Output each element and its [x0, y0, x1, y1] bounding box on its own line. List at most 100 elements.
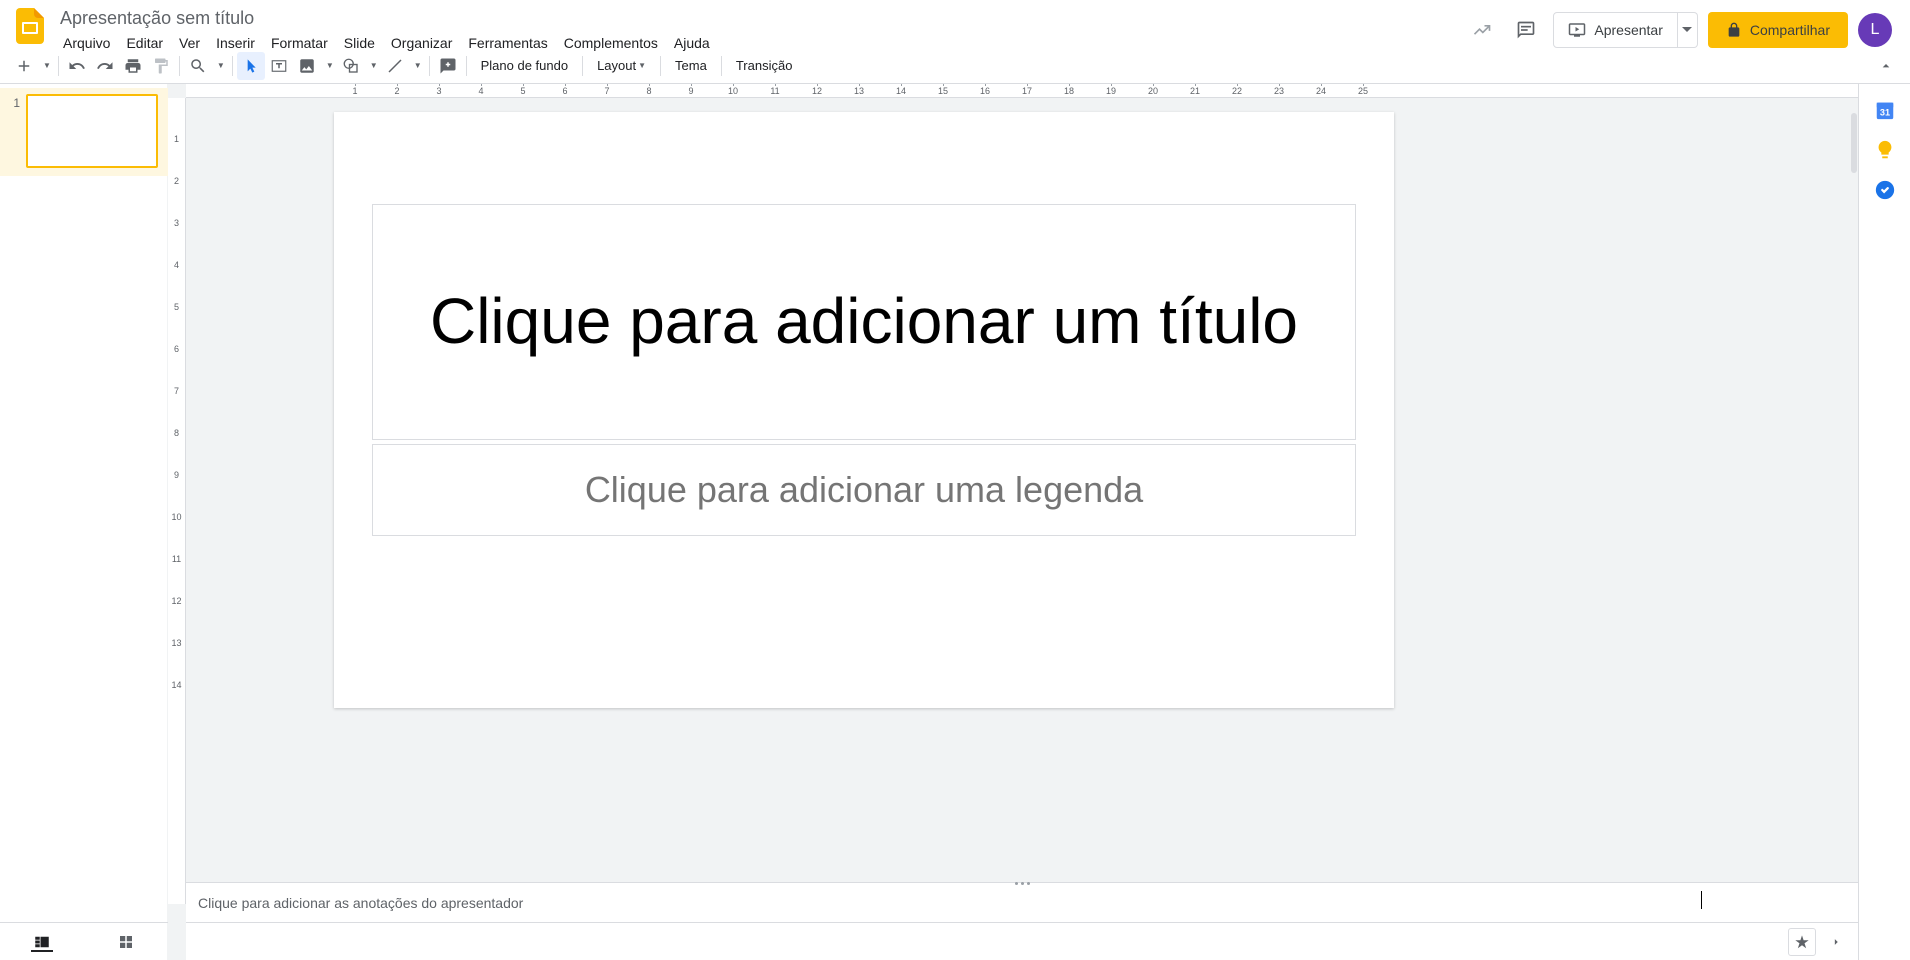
menu-editar[interactable]: Editar — [119, 33, 170, 53]
calendar-icon[interactable]: 31 — [1873, 98, 1897, 122]
title-area: Apresentação sem título Arquivo Editar V… — [56, 6, 1465, 53]
line-tool[interactable] — [381, 52, 409, 80]
ruler-mark: 12 — [796, 86, 838, 96]
subtitle-placeholder[interactable]: Clique para adicionar uma legenda — [372, 444, 1356, 536]
ruler-mark: 6 — [544, 86, 586, 96]
comment-button[interactable] — [434, 52, 462, 80]
horizontal-ruler[interactable]: 1234567891011121314151617181920212223242… — [186, 84, 1858, 98]
work-area: 1 12345678910111213141516171819202122232… — [0, 84, 1910, 960]
thumbnail-number: 1 — [8, 94, 20, 110]
zoom-button[interactable] — [184, 52, 212, 80]
header: Apresentação sem título Arquivo Editar V… — [0, 0, 1910, 48]
ruler-mark: 10 — [171, 496, 181, 538]
notes-resize-handle[interactable] — [1004, 879, 1040, 887]
thumbnail-item[interactable]: 1 — [6, 90, 161, 172]
header-right: Apresentar Compartilhar L — [1465, 6, 1900, 48]
layout-button[interactable]: Layout▼ — [587, 52, 656, 80]
present-button[interactable]: Apresentar — [1553, 12, 1677, 48]
explore-button[interactable] — [1788, 928, 1816, 956]
shape-dropdown[interactable]: ▼ — [365, 52, 381, 80]
side-panel-toggle[interactable] — [1822, 928, 1850, 956]
menu-organizar[interactable]: Organizar — [384, 33, 459, 53]
shape-tool[interactable] — [337, 52, 365, 80]
ruler-mark: 14 — [880, 86, 922, 96]
separator — [429, 56, 430, 76]
new-slide-button[interactable] — [10, 52, 38, 80]
account-avatar[interactable]: L — [1858, 13, 1892, 47]
separator — [58, 56, 59, 76]
thumbnail-slide[interactable] — [26, 94, 158, 168]
canvas-scroll[interactable]: Clique para adicionar um título Clique p… — [186, 98, 1858, 882]
separator — [660, 56, 661, 76]
comments-icon[interactable] — [1509, 13, 1543, 47]
svg-text:31: 31 — [1879, 108, 1889, 118]
ruler-mark: 10 — [712, 86, 754, 96]
menu-formatar[interactable]: Formatar — [264, 33, 335, 53]
textbox-tool[interactable] — [265, 52, 293, 80]
separator — [232, 56, 233, 76]
ruler-mark: 17 — [1006, 86, 1048, 96]
slides-app-icon[interactable] — [10, 6, 50, 46]
new-slide-dropdown[interactable]: ▼ — [38, 52, 54, 80]
ruler-mark: 2 — [174, 160, 179, 202]
ruler-mark: 3 — [418, 86, 460, 96]
ruler-mark: 21 — [1174, 86, 1216, 96]
ruler-mark: 13 — [838, 86, 880, 96]
select-tool[interactable] — [237, 52, 265, 80]
menu-bar: Arquivo Editar Ver Inserir Formatar Slid… — [56, 33, 1465, 53]
view-switcher — [0, 922, 168, 960]
present-label: Apresentar — [1594, 22, 1662, 38]
scrollbar-thumb[interactable] — [1851, 113, 1857, 173]
ruler-mark: 8 — [174, 412, 179, 454]
vertical-scrollbar[interactable] — [1850, 112, 1858, 826]
activity-icon[interactable] — [1465, 13, 1499, 47]
present-dropdown[interactable] — [1678, 12, 1698, 48]
canvas-area: 1234567891011121314151617181920212223242… — [168, 84, 1858, 960]
menu-ver[interactable]: Ver — [172, 33, 207, 53]
redo-button[interactable] — [91, 52, 119, 80]
print-button[interactable] — [119, 52, 147, 80]
menu-arquivo[interactable]: Arquivo — [56, 33, 117, 53]
ruler-mark: 3 — [174, 202, 179, 244]
ruler-mark: 15 — [922, 86, 964, 96]
ruler-mark: 4 — [174, 244, 179, 286]
image-dropdown[interactable]: ▼ — [321, 52, 337, 80]
document-title[interactable]: Apresentação sem título — [56, 6, 1465, 31]
grid-view-button[interactable] — [112, 928, 140, 956]
paint-format-button[interactable] — [147, 52, 175, 80]
present-button-group: Apresentar — [1553, 12, 1697, 48]
menu-complementos[interactable]: Complementos — [557, 33, 665, 53]
separator — [721, 56, 722, 76]
ruler-mark: 12 — [171, 580, 181, 622]
text-cursor-icon — [1701, 891, 1702, 909]
collapse-toolbar-button[interactable] — [1872, 52, 1900, 80]
theme-button[interactable]: Tema — [665, 52, 717, 80]
bottom-right-controls — [186, 922, 1858, 960]
menu-ferramentas[interactable]: Ferramentas — [461, 33, 554, 53]
ruler-mark: 6 — [174, 328, 179, 370]
ruler-mark: 5 — [502, 86, 544, 96]
ruler-mark: 18 — [1048, 86, 1090, 96]
share-button[interactable]: Compartilhar — [1708, 12, 1848, 48]
ruler-mark: 16 — [964, 86, 1006, 96]
menu-ajuda[interactable]: Ajuda — [667, 33, 717, 53]
undo-button[interactable] — [63, 52, 91, 80]
keep-icon[interactable] — [1873, 138, 1897, 162]
slide[interactable]: Clique para adicionar um título Clique p… — [334, 112, 1394, 708]
line-dropdown[interactable]: ▼ — [409, 52, 425, 80]
ruler-mark: 24 — [1300, 86, 1342, 96]
tasks-icon[interactable] — [1873, 178, 1897, 202]
speaker-notes[interactable]: Clique para adicionar as anotações do ap… — [186, 882, 1858, 922]
menu-inserir[interactable]: Inserir — [209, 33, 262, 53]
menu-slide[interactable]: Slide — [337, 33, 382, 53]
vertical-ruler[interactable]: 1234567891011121314 — [168, 98, 186, 904]
filmstrip-view-button[interactable] — [28, 928, 56, 956]
ruler-mark: 7 — [174, 370, 179, 412]
zoom-dropdown[interactable]: ▼ — [212, 52, 228, 80]
toolbar: ▼ ▼ ▼ ▼ ▼ Plano de fundo Layout▼ Tema Tr… — [0, 48, 1910, 84]
background-button[interactable]: Plano de fundo — [471, 52, 578, 80]
ruler-mark: 1 — [334, 86, 376, 96]
image-tool[interactable] — [293, 52, 321, 80]
transition-button[interactable]: Transição — [726, 52, 803, 80]
title-placeholder[interactable]: Clique para adicionar um título — [372, 204, 1356, 440]
